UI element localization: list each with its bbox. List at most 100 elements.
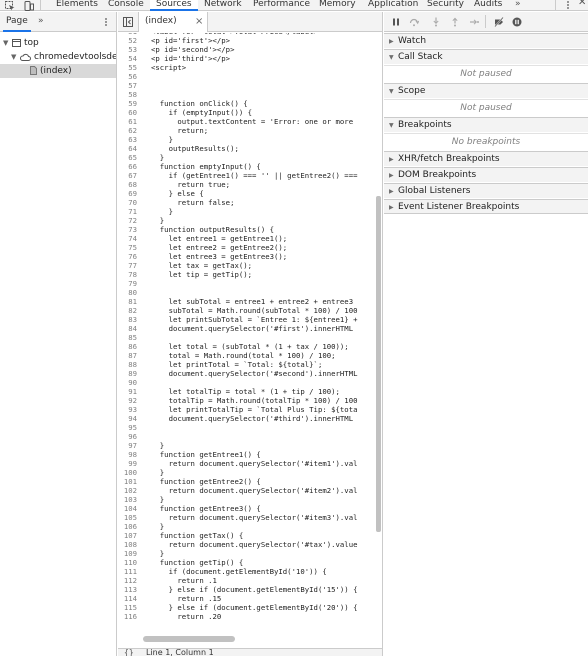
code-line[interactable]: 80 — [118, 288, 382, 297]
code-line[interactable]: 79 — [118, 279, 382, 288]
code-area[interactable]: 51<label for='total'>Total Price</label>… — [118, 33, 382, 637]
code-line[interactable]: 74 let entree1 = getEntree1(); — [118, 234, 382, 243]
line-number[interactable]: 85 — [118, 333, 137, 342]
tab-security[interactable]: Security — [421, 0, 470, 11]
line-number[interactable]: 57 — [118, 81, 137, 90]
line-number[interactable]: 99 — [118, 459, 137, 468]
step-icon[interactable] — [469, 17, 479, 27]
code-line[interactable]: 87 total = Math.round(total * 100) / 100… — [118, 351, 382, 360]
code-line[interactable]: 115 } else if (document.getElementById('… — [118, 603, 382, 612]
tree-item-index-file[interactable]: (index) — [0, 64, 116, 78]
code-line[interactable]: 104 function getEntree3() { — [118, 504, 382, 513]
code-line[interactable]: 101 function getEntree2() { — [118, 477, 382, 486]
navigator-more-icon[interactable]: » — [38, 12, 44, 31]
device-toolbar-icon[interactable] — [22, 0, 36, 11]
horizontal-scrollbar[interactable] — [143, 636, 235, 642]
line-number[interactable]: 94 — [118, 414, 137, 423]
tab-memory[interactable]: Memory — [313, 0, 362, 11]
line-number[interactable]: 80 — [118, 288, 137, 297]
code-line[interactable]: 89 document.querySelector('#second').inn… — [118, 369, 382, 378]
code-line[interactable]: 92 totalTip = Math.round(totalTip * 100)… — [118, 396, 382, 405]
line-number[interactable]: 104 — [118, 504, 137, 513]
line-number[interactable]: 81 — [118, 297, 137, 306]
tab-audits[interactable]: Audits — [468, 0, 508, 11]
code-line[interactable]: 68 return true; — [118, 180, 382, 189]
code-line[interactable]: 85 — [118, 333, 382, 342]
code-line[interactable]: 81 let subTotal = entree1 + entree2 + en… — [118, 297, 382, 306]
line-number[interactable]: 55 — [118, 63, 137, 72]
section-watch[interactable]: ▶ Watch — [384, 33, 588, 48]
line-number[interactable]: 82 — [118, 306, 137, 315]
section-scope[interactable]: ▼ Scope — [384, 83, 588, 98]
line-number[interactable]: 56 — [118, 72, 137, 81]
line-number[interactable]: 79 — [118, 279, 137, 288]
line-number[interactable]: 110 — [118, 558, 137, 567]
expand-triangle-icon[interactable]: ▼ — [3, 36, 12, 50]
line-number[interactable]: 92 — [118, 396, 137, 405]
expand-triangle-icon[interactable]: ▼ — [11, 50, 20, 64]
line-number[interactable]: 84 — [118, 324, 137, 333]
line-number[interactable]: 96 — [118, 432, 137, 441]
code-line[interactable]: 82 subTotal = Math.round(subTotal * 100)… — [118, 306, 382, 315]
code-line[interactable]: 108 return document.querySelector('#tax'… — [118, 540, 382, 549]
code-line[interactable]: 93 let printTotalTip = `Total Plus Tip: … — [118, 405, 382, 414]
code-line[interactable]: 112 return .1 — [118, 576, 382, 585]
line-number[interactable]: 109 — [118, 549, 137, 558]
line-number[interactable]: 88 — [118, 360, 137, 369]
more-tabs-chevron-icon[interactable]: » — [515, 0, 521, 11]
code-line[interactable]: 98 function getEntree1() { — [118, 450, 382, 459]
code-line[interactable]: 114 return .15 — [118, 594, 382, 603]
code-line[interactable]: 78 let tip = getTip(); — [118, 270, 382, 279]
line-number[interactable]: 52 — [118, 36, 137, 45]
kebab-menu-icon[interactable] — [564, 0, 572, 11]
tab-console[interactable]: Console — [102, 0, 150, 11]
code-line[interactable]: 91 let totalTip = total * (1 + tip / 100… — [118, 387, 382, 396]
code-line[interactable]: 53 <p id='second'></p> — [118, 45, 382, 54]
code-line[interactable]: 113 } else if (document.getElementById('… — [118, 585, 382, 594]
code-line[interactable]: 58 — [118, 90, 382, 99]
line-number[interactable]: 71 — [118, 207, 137, 216]
section-dom-breakpoints[interactable]: ▶ DOM Breakpoints — [384, 167, 588, 182]
code-line[interactable]: 97 } — [118, 441, 382, 450]
tab-sources[interactable]: Sources — [150, 0, 198, 11]
code-line[interactable]: 73 function outputResults() { — [118, 225, 382, 234]
code-line[interactable]: 99 return document.querySelector('#item1… — [118, 459, 382, 468]
code-line[interactable]: 76 let entree3 = getEntree3(); — [118, 252, 382, 261]
line-number[interactable]: 112 — [118, 576, 137, 585]
section-global-listeners[interactable]: ▶ Global Listeners — [384, 183, 588, 198]
line-number[interactable]: 67 — [118, 171, 137, 180]
code-line[interactable]: 61 output.textContent = 'Error: one or m… — [118, 117, 382, 126]
code-line[interactable]: 106 } — [118, 522, 382, 531]
code-line[interactable]: 102 return document.querySelector('#item… — [118, 486, 382, 495]
code-line[interactable]: 110 function getTip() { — [118, 558, 382, 567]
code-line[interactable]: 116 return .20 — [118, 612, 382, 621]
line-number[interactable]: 106 — [118, 522, 137, 531]
line-number[interactable]: 111 — [118, 567, 137, 576]
line-number[interactable]: 116 — [118, 612, 137, 621]
line-number[interactable]: 73 — [118, 225, 137, 234]
line-number[interactable]: 98 — [118, 450, 137, 459]
code-line[interactable]: 88 let printTotal = `Total: ${total}`; — [118, 360, 382, 369]
line-number[interactable]: 86 — [118, 342, 137, 351]
tab-performance[interactable]: Performance — [247, 0, 316, 11]
code-line[interactable]: 95 — [118, 423, 382, 432]
close-tab-icon[interactable]: × — [195, 12, 203, 31]
file-tab-index[interactable]: (index) × — [138, 12, 208, 32]
line-number[interactable]: 113 — [118, 585, 137, 594]
section-event-listener-breakpoints[interactable]: ▶ Event Listener Breakpoints — [384, 199, 588, 214]
code-line[interactable]: 111 if (document.getElementById('10')) { — [118, 567, 382, 576]
line-number[interactable]: 72 — [118, 216, 137, 225]
line-number[interactable]: 54 — [118, 54, 137, 63]
pretty-print-icon[interactable]: {} — [124, 648, 134, 656]
code-line[interactable]: 83 let printSubTotal = `Entree 1: ${entr… — [118, 315, 382, 324]
line-number[interactable]: 107 — [118, 531, 137, 540]
line-number[interactable]: 64 — [118, 144, 137, 153]
deactivate-breakpoints-icon[interactable] — [494, 17, 504, 27]
code-line[interactable]: 77 let tax = getTax(); — [118, 261, 382, 270]
section-xhr-breakpoints[interactable]: ▶ XHR/fetch Breakpoints — [384, 151, 588, 166]
code-line[interactable]: 56 — [118, 72, 382, 81]
code-line[interactable]: 60 if (emptyInput()) { — [118, 108, 382, 117]
navigator-menu-icon[interactable] — [103, 17, 109, 27]
code-line[interactable]: 66 function emptyInput() { — [118, 162, 382, 171]
line-number[interactable]: 90 — [118, 378, 137, 387]
